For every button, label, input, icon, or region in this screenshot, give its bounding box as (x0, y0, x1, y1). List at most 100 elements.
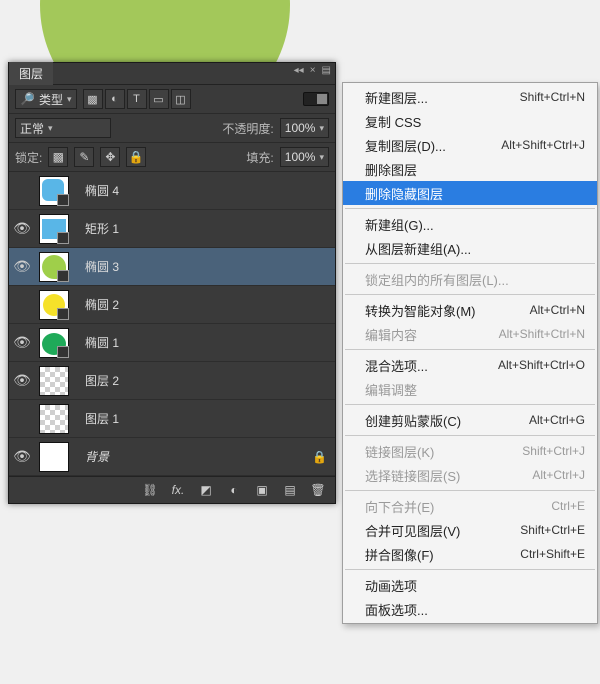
menu-item[interactable]: 从图层新建组(A)... (343, 236, 597, 260)
trash-icon[interactable]: 🗑 (309, 483, 327, 497)
layer-thumbnail[interactable] (39, 442, 69, 472)
layer-row[interactable]: 👁 背景 🔒 (9, 438, 335, 476)
layer-thumbnail[interactable] (39, 252, 69, 282)
menu-item-shortcut: Alt+Ctrl+J (532, 468, 585, 482)
filter-type-label: 类型 (39, 91, 63, 108)
layer-row[interactable]: 椭圆 2 (9, 286, 335, 324)
layer-thumbnail[interactable] (39, 366, 69, 396)
menu-item[interactable]: 混合选项... Alt+Shift+Ctrl+O (343, 353, 597, 377)
layer-thumbnail[interactable] (39, 404, 69, 434)
menu-separator (345, 294, 595, 295)
layer-thumbnail[interactable] (39, 328, 69, 358)
lock-all-icon[interactable]: 🔒 (126, 147, 146, 167)
layer-row[interactable]: 👁 矩形 1 (9, 210, 335, 248)
menu-item[interactable]: 动画选项 (343, 573, 597, 597)
menu-item-label: 向下合并(E) (365, 497, 434, 516)
menu-item[interactable]: 创建剪贴蒙版(C)Alt+Ctrl+G (343, 408, 597, 432)
filter-shape-icon[interactable]: ▭ (149, 89, 169, 109)
collapse-icon[interactable]: ◂◂ (294, 65, 304, 76)
search-icon: 🔎 (20, 92, 35, 106)
visibility-toggle[interactable]: 👁 (9, 372, 35, 389)
menu-item[interactable]: 合并可见图层(V)Shift+Ctrl+E (343, 518, 597, 542)
layer-row[interactable]: 图层 1 (9, 400, 335, 438)
filter-smart-icon[interactable]: ◫ (171, 89, 191, 109)
visibility-toggle[interactable]: 👁 (9, 334, 35, 351)
layer-name[interactable]: 椭圆 4 (85, 182, 119, 199)
menu-item[interactable]: 删除图层 (343, 157, 597, 181)
menu-item-label: 混合选项... (365, 356, 428, 375)
lock-paint-icon[interactable]: ✎ (74, 147, 94, 167)
close-icon[interactable]: × (310, 65, 316, 76)
menu-item[interactable]: 新建组(G)... (343, 212, 597, 236)
menu-item-shortcut: Alt+Ctrl+G (529, 413, 585, 427)
lock-icon: 🔒 (312, 450, 327, 464)
adjust-icon[interactable]: ◐ (225, 483, 243, 497)
lock-position-icon[interactable]: ✥ (100, 147, 120, 167)
folder-icon[interactable]: ▣ (253, 483, 271, 497)
layer-thumbnail[interactable] (39, 214, 69, 244)
layer-row[interactable]: 👁 椭圆 1 (9, 324, 335, 362)
layer-name[interactable]: 图层 1 (85, 410, 119, 427)
layer-name[interactable]: 矩形 1 (85, 220, 119, 237)
menu-item-shortcut: Shift+Ctrl+N (520, 90, 585, 104)
layer-name[interactable]: 椭圆 3 (85, 258, 119, 275)
layer-row[interactable]: 👁 图层 2 (9, 362, 335, 400)
menu-item: 选择链接图层(S)Alt+Ctrl+J (343, 463, 597, 487)
menu-item-label: 删除隐藏图层 (365, 184, 443, 203)
layer-name[interactable]: 椭圆 2 (85, 296, 119, 313)
blend-row: 正常 ▾ 不透明度: 100% ▾ (9, 114, 335, 143)
blend-mode-dropdown[interactable]: 正常 ▾ (15, 118, 111, 138)
lock-transparency-icon[interactable]: ▩ (48, 147, 68, 167)
panel-tabbar: 图层 ◂◂ × ▤ (9, 63, 335, 85)
layer-name[interactable]: 椭圆 1 (85, 334, 119, 351)
layers-panel: 图层 ◂◂ × ▤ 🔎 类型 ▾ ▩ ◐ T ▭ ◫ 正常 ▾ 不透明度: 10… (8, 62, 336, 504)
panel-menu-icon[interactable]: ▤ (322, 65, 331, 76)
tab-layers[interactable]: 图层 (9, 62, 53, 85)
menu-item[interactable]: 删除隐藏图层 (343, 181, 597, 205)
menu-item-shortcut: Alt+Shift+Ctrl+J (501, 138, 585, 152)
menu-item: 编辑内容 Alt+Shift+Ctrl+N (343, 322, 597, 346)
menu-item[interactable]: 复制图层(D)...Alt+Shift+Ctrl+J (343, 133, 597, 157)
menu-separator (345, 404, 595, 405)
layer-thumbnail[interactable] (39, 176, 69, 206)
menu-item-shortcut: Alt+Shift+Ctrl+N (499, 327, 585, 341)
menu-item[interactable]: 新建图层...Shift+Ctrl+N (343, 85, 597, 109)
menu-item-label: 面板选项... (365, 600, 428, 619)
layer-thumbnail[interactable] (39, 290, 69, 320)
layer-name[interactable]: 背景 (85, 448, 109, 465)
fill-label: 填充: (246, 149, 273, 166)
filter-adjust-icon[interactable]: ◐ (105, 89, 125, 109)
menu-separator (345, 263, 595, 264)
menu-item-shortcut: Ctrl+Shift+E (520, 547, 585, 561)
chevron-down-icon: ▾ (319, 152, 324, 163)
menu-item-label: 链接图层(K) (365, 442, 434, 461)
filter-switch[interactable] (303, 92, 329, 106)
menu-item-label: 编辑内容 (365, 325, 417, 344)
fill-input[interactable]: 100% ▾ (280, 147, 329, 167)
visibility-toggle[interactable]: 👁 (9, 448, 35, 465)
menu-item[interactable]: 面板选项... (343, 597, 597, 621)
visibility-toggle[interactable]: 👁 (9, 220, 35, 237)
fx-icon[interactable]: fx. (169, 483, 187, 497)
visibility-toggle[interactable]: 👁 (9, 258, 35, 275)
menu-item: 锁定组内的所有图层(L)... (343, 267, 597, 291)
new-icon[interactable]: ▤ (281, 483, 299, 497)
menu-item-label: 删除图层 (365, 160, 417, 179)
menu-separator (345, 490, 595, 491)
layer-name[interactable]: 图层 2 (85, 372, 119, 389)
menu-item[interactable]: 拼合图像(F)Ctrl+Shift+E (343, 542, 597, 566)
filter-type-dropdown[interactable]: 🔎 类型 ▾ (15, 89, 77, 109)
panel-footer: ⛓ fx. ◩ ◐ ▣ ▤ 🗑 (9, 476, 335, 503)
menu-item[interactable]: 转换为智能对象(M)Alt+Ctrl+N (343, 298, 597, 322)
mask-icon[interactable]: ◩ (197, 483, 215, 497)
blend-mode-value: 正常 (20, 120, 44, 137)
menu-item-shortcut: Alt+Shift+Ctrl+O (498, 358, 585, 372)
layer-row[interactable]: 👁 椭圆 3 (9, 248, 335, 286)
chain-icon[interactable]: ⛓ (141, 483, 159, 497)
menu-item[interactable]: 复制 CSS (343, 109, 597, 133)
filter-pixel-icon[interactable]: ▩ (83, 89, 103, 109)
layer-row[interactable]: 椭圆 4 (9, 172, 335, 210)
filter-type-icon[interactable]: T (127, 89, 147, 109)
menu-item-label: 新建组(G)... (365, 215, 434, 234)
opacity-input[interactable]: 100% ▾ (280, 118, 329, 138)
